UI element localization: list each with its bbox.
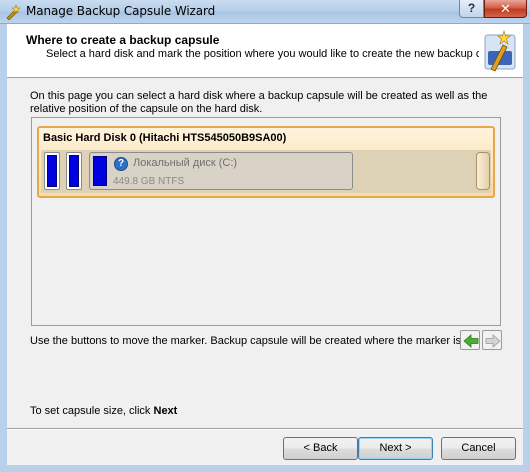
disk-title: Basic Hard Disk 0 (Hitachi HTS545050B9SA… (43, 132, 287, 144)
close-button[interactable]: ✕ (484, 0, 527, 18)
cancel-button[interactable]: Cancel (441, 437, 516, 460)
wizard-header: Where to create a backup capsule Select … (7, 24, 523, 78)
window-title: Manage Backup Capsule Wizard (26, 4, 216, 18)
partition-usage-fill (69, 155, 79, 187)
partition-usage-fill (47, 155, 57, 187)
page-subtitle: Select a hard disk and mark the position… (46, 48, 517, 60)
page-description: On this page you can select a hard disk … (30, 90, 488, 115)
capsule-position-marker[interactable] (476, 152, 490, 190)
capsule-size-hint-prefix: To set capsule size, click (30, 405, 154, 417)
partition-usage-fill (93, 156, 107, 186)
partition-size: 449.8 GB NTFS (113, 176, 185, 187)
arrow-right-icon (485, 334, 501, 348)
footer-divider (7, 428, 523, 430)
move-marker-left-button[interactable] (460, 330, 480, 350)
marker-hint: Use the buttons to move the marker. Back… (30, 335, 465, 347)
page-title: Where to create a backup capsule (26, 33, 220, 47)
title-bar[interactable]: Manage Backup Capsule Wizard ? ✕ (0, 0, 530, 24)
partition-small-1[interactable] (44, 152, 60, 190)
wizard-wand-icon (479, 29, 517, 73)
help-button[interactable]: ? (459, 0, 484, 18)
partition-name: Локальный диск (C:) (133, 157, 238, 169)
wizard-app-icon (6, 4, 21, 20)
move-marker-right-button[interactable] (482, 330, 502, 350)
partition-small-2[interactable] (66, 152, 82, 190)
capsule-size-hint-next: Next (153, 405, 178, 417)
next-button[interactable]: Next > (358, 437, 433, 460)
back-button[interactable]: < Back (283, 437, 358, 460)
capsule-size-hint: To set capsule size, click Next (30, 405, 177, 417)
arrow-left-icon (463, 334, 479, 348)
question-icon: ? (114, 157, 128, 171)
